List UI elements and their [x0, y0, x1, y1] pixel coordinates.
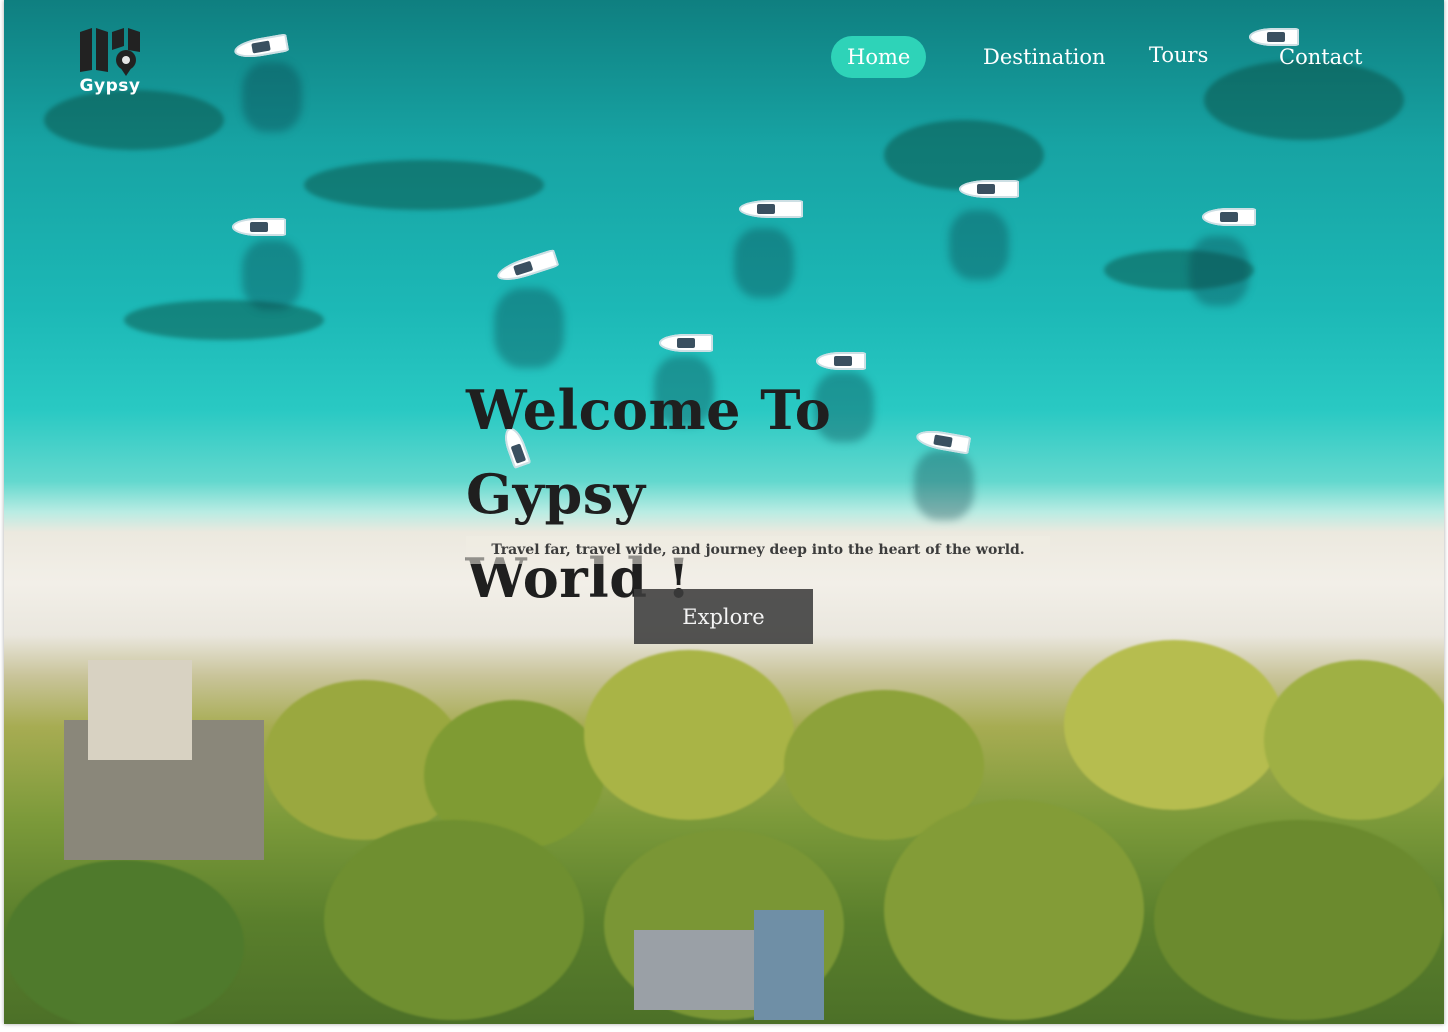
hero-title-line-1: Welcome To Gypsy	[466, 378, 832, 526]
brand-name: Gypsy	[79, 76, 141, 96]
nav-contact-link[interactable]: Contact	[1279, 36, 1362, 78]
nav-tours-link[interactable]: Tours	[1149, 34, 1208, 76]
hero-subtitle: Travel far, travel wide, and journey dee…	[466, 536, 1050, 564]
map-pin-logo-icon	[80, 28, 140, 76]
nav-home-link[interactable]: Home	[831, 36, 927, 78]
page-frame: Gypsy Home Destination Tours Contact Wel…	[4, 0, 1444, 1024]
hero-title: Welcome To Gypsy World !	[466, 368, 1026, 620]
nav-destination-link[interactable]: Destination	[983, 36, 1106, 78]
brand-logo[interactable]: Gypsy	[78, 26, 142, 98]
explore-button[interactable]: Explore	[634, 589, 813, 644]
